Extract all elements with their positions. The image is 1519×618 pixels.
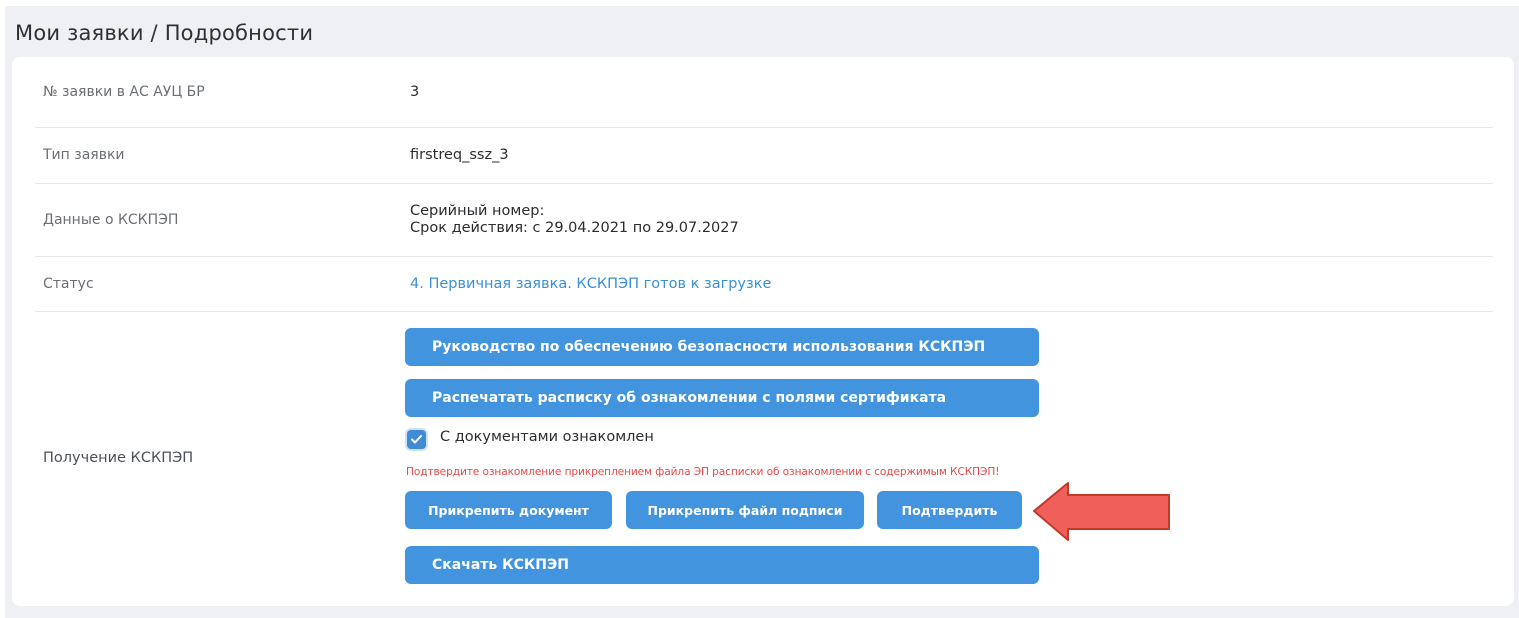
request-type-label: Тип заявки	[43, 147, 125, 163]
row-status: Статус 4. Первичная заявка. КСКПЭП готов…	[35, 257, 1493, 312]
request-number-label: № заявки в АС АУЦ БР	[43, 84, 205, 100]
serial-number-text: Серийный номер:	[410, 203, 545, 219]
ack-checkbox-label[interactable]: С документами ознакомлен	[440, 429, 654, 445]
checkmark-icon	[411, 435, 422, 444]
download-kskpep-button[interactable]: Скачать КСКПЭП	[405, 546, 1039, 584]
confirm-button[interactable]: Подтвердить	[877, 491, 1022, 529]
status-label: Статус	[43, 276, 94, 292]
kskpep-data-value: Серийный номер: Срок действия: с 29.04.2…	[410, 203, 739, 237]
row-kskpep-data: Данные о КСКПЭП Серийный номер: Срок дей…	[35, 184, 1493, 257]
validity-text: Срок действия: с 29.04.2021 по 29.07.202…	[410, 220, 739, 236]
print-receipt-button[interactable]: Распечатать расписку об ознакомлении с п…	[405, 379, 1039, 417]
ack-checkbox[interactable]	[407, 430, 426, 449]
row-request-type: Тип заявки firstreq_ssz_3	[35, 128, 1493, 184]
receive-kskpep-label: Получение КСКПЭП	[43, 450, 194, 466]
page-title: Мои заявки / Подробности	[15, 21, 314, 45]
row-request-number: № заявки в АС АУЦ БР 3	[35, 57, 1493, 128]
warning-message: Подтвердите ознакомление прикреплением ф…	[406, 466, 1000, 478]
request-type-value: firstreq_ssz_3	[410, 147, 509, 163]
attach-document-button[interactable]: Прикрепить документ	[405, 491, 612, 529]
left-arrow-icon	[1033, 482, 1170, 541]
kskpep-data-label: Данные о КСКПЭП	[43, 212, 179, 228]
attach-signature-button[interactable]: Прикрепить файл подписи	[626, 491, 864, 529]
security-guide-button[interactable]: Руководство по обеспечению безопасности …	[405, 328, 1039, 366]
request-number-value: 3	[410, 84, 420, 100]
status-value: 4. Первичная заявка. КСКПЭП готов к загр…	[410, 276, 772, 292]
